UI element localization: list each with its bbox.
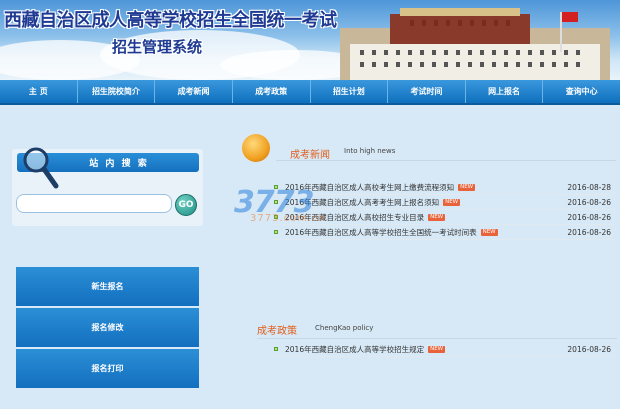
magnifier-icon — [23, 147, 59, 189]
main-nav: 主 页 招生院校简介 成考新闻 成考政策 招生计划 考试时间 网上报名 查询中心 — [0, 80, 620, 105]
policy-section-title: 成考政策 — [257, 326, 297, 337]
new-badge: NEW — [458, 183, 476, 191]
new-badge: NEW — [428, 213, 446, 221]
nav-enrollment-plan[interactable]: 招生计划 — [311, 80, 389, 103]
list-item: 2016年西藏自治区成人高考考生网上报名须知 NEW 2016-08-26 — [270, 195, 615, 210]
bullet-icon — [274, 347, 278, 351]
policy-section-subtitle: ChengKao policy — [315, 324, 374, 332]
list-item: 2016年西藏自治区成人高等学校招生全国统一考试时间表 NEW 2016-08-… — [270, 225, 615, 240]
news-link[interactable]: 2016年西藏自治区成人高等学校招生全国统一考试时间表 — [285, 227, 477, 238]
policy-list: 2016年西藏自治区成人高等学校招生规定 NEW 2016-08-26 — [270, 342, 615, 357]
nav-exam-policy[interactable]: 成考政策 — [233, 80, 311, 103]
nav-exam-news[interactable]: 成考新闻 — [155, 80, 233, 103]
search-input[interactable] — [16, 194, 172, 213]
news-date: 2016-08-28 — [567, 182, 611, 192]
globe-icon — [242, 134, 270, 162]
policy-link[interactable]: 2016年西藏自治区成人高等学校招生规定 — [285, 344, 424, 355]
left-menu: 新生报名 报名修改 报名打印 — [16, 267, 199, 390]
list-item: 2016年西藏自治区成人高校考生网上缴费流程须知 NEW 2016-08-28 — [270, 180, 615, 195]
news-date: 2016-08-26 — [567, 212, 611, 222]
news-list: 2016年西藏自治区成人高校考生网上缴费流程须知 NEW 2016-08-28 … — [270, 180, 615, 240]
potala-palace-image — [340, 8, 610, 80]
bullet-icon — [274, 230, 278, 234]
search-go-button[interactable]: GO — [175, 194, 197, 216]
nav-online-registration[interactable]: 网上报名 — [466, 80, 544, 103]
news-date: 2016-08-26 — [567, 227, 611, 237]
list-item: 2016年西藏自治区成人高等学校招生规定 NEW 2016-08-26 — [270, 342, 615, 357]
site-title: 西藏自治区成人高等学校招生全国统一考试 — [4, 10, 337, 31]
nav-school-intro[interactable]: 招生院校简介 — [78, 80, 156, 103]
new-badge: NEW — [443, 198, 461, 206]
new-badge: NEW — [480, 228, 498, 236]
menu-edit-registration[interactable]: 报名修改 — [16, 308, 199, 347]
news-date: 2016-08-26 — [567, 197, 611, 207]
nav-query-center[interactable]: 查询中心 — [543, 80, 620, 103]
news-section-subtitle: Into high news — [344, 147, 396, 155]
divider — [276, 160, 616, 161]
watermark-domain: 3773.com.cn — [250, 213, 326, 224]
site-subtitle: 招生管理系统 — [112, 38, 203, 56]
policy-date: 2016-08-26 — [567, 344, 611, 354]
menu-new-registration[interactable]: 新生报名 — [16, 267, 199, 306]
new-badge: NEW — [428, 345, 446, 353]
divider — [257, 338, 617, 339]
news-section-title: 成考新闻 — [290, 150, 330, 161]
nav-exam-time[interactable]: 考试时间 — [388, 80, 466, 103]
header-banner: 西藏自治区成人高等学校招生全国统一考试 招生管理系统 — [0, 0, 620, 80]
nav-home[interactable]: 主 页 — [0, 80, 78, 103]
menu-print-registration[interactable]: 报名打印 — [16, 349, 199, 388]
